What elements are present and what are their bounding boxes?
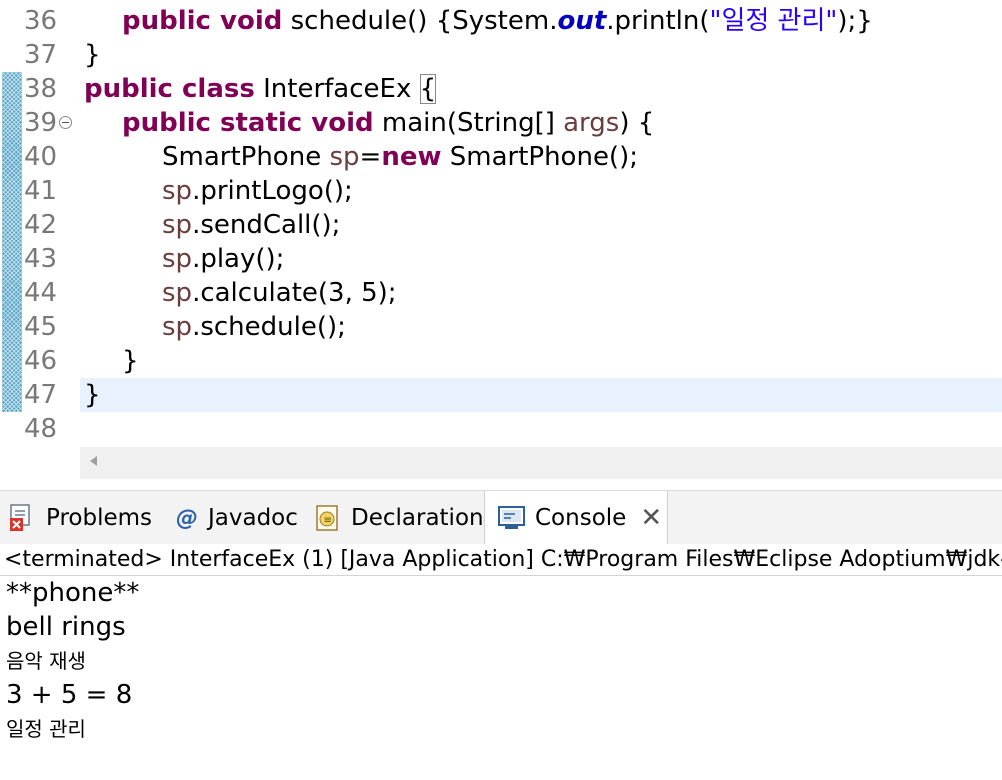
code-line[interactable]: 41 sp.printLogo(); [0, 174, 1002, 208]
code-text: public static void main(String[] args) { [122, 108, 654, 138]
console-output-line: 음악 재생 [6, 649, 86, 673]
line-number: 44 [24, 278, 58, 308]
code-text: SmartPhone sp=new SmartPhone(); [162, 142, 638, 172]
code-token: .calculate(3, 5); [192, 278, 397, 308]
code-token: } [122, 346, 139, 376]
code-token: public void [122, 6, 283, 36]
line-number: 41 [24, 176, 58, 206]
code-text: public class InterfaceEx { [84, 74, 437, 104]
tab-javadoc-label: Javadoc [208, 505, 298, 531]
line-number: 46 [24, 346, 58, 376]
line-number: 36 [24, 6, 58, 36]
console-output-line: bell rings [6, 612, 126, 642]
code-token: InterfaceEx [254, 74, 420, 104]
at-sign-icon: @ [176, 505, 198, 531]
code-line[interactable]: 44 sp.calculate(3, 5); [0, 276, 1002, 310]
code-text: sp.printLogo(); [162, 176, 353, 206]
code-text: sp.sendCall(); [162, 210, 340, 240]
code-token: SmartPhone [162, 142, 330, 172]
gutter-footer [0, 447, 80, 479]
scroll-left-arrow-icon[interactable] [90, 456, 97, 466]
code-token: args [563, 108, 620, 138]
code-token: .schedule(); [192, 312, 346, 342]
fold-collapse-icon[interactable] [59, 116, 72, 129]
code-line[interactable]: 38 public class InterfaceEx { [0, 72, 1002, 106]
line-number: 39 [24, 108, 58, 138]
code-line[interactable]: 37} [0, 38, 1002, 72]
code-text: } [84, 380, 101, 410]
svg-text:≡: ≡ [324, 515, 332, 526]
tab-problems-label: Problems [46, 505, 153, 531]
code-token: sp [162, 176, 193, 206]
code-token: main(String[] [373, 108, 564, 138]
code-editor[interactable]: 36 public void schedule() {System.out.pri… [0, 0, 1002, 447]
code-line[interactable]: 40 SmartPhone sp=new SmartPhone(); [0, 140, 1002, 174]
code-token: sp [162, 312, 193, 342]
problems-icon [8, 503, 38, 533]
code-token: .sendCall(); [192, 210, 341, 240]
line-number: 47 [24, 380, 58, 410]
code-line[interactable]: 47} [0, 378, 1002, 412]
line-number: 40 [24, 142, 58, 172]
code-token: );} [837, 6, 873, 36]
console-output-line: 3 + 5 = 8 [6, 680, 133, 710]
tab-declaration-label: Declaration [351, 505, 484, 531]
code-text: sp.schedule(); [162, 312, 346, 342]
code-token: } [84, 380, 101, 410]
code-token: "일정 관리" [709, 6, 838, 36]
line-number: 45 [24, 312, 58, 342]
code-line[interactable]: 36 public void schedule() {System.out.pri… [0, 4, 1002, 38]
code-token: } [84, 40, 101, 70]
view-tab-bar: Problems @ Javadoc ≡ Declaration Console… [0, 490, 1002, 545]
line-number: 37 [24, 40, 58, 70]
tab-console-label: Console [535, 505, 627, 531]
declaration-icon: ≡ [313, 503, 343, 533]
code-text: } [122, 346, 139, 376]
code-token: .printLogo(); [192, 176, 353, 206]
code-token: { [419, 74, 437, 104]
tab-problems[interactable]: Problems [8, 491, 152, 545]
console-icon [497, 503, 527, 533]
code-token: sp [162, 244, 193, 274]
code-token: new [381, 142, 442, 172]
horizontal-scrollbar[interactable] [80, 447, 1002, 479]
code-line[interactable]: 48 [0, 412, 1002, 446]
code-token: public class [84, 74, 255, 104]
code-token: SmartPhone(); [441, 142, 638, 172]
console-output[interactable]: **phone** bell rings 음악 재생 3 + 5 = 8 일정 관리 [0, 577, 1002, 780]
console-output-line: 일정 관리 [6, 717, 86, 741]
code-line[interactable]: 42 sp.sendCall(); [0, 208, 1002, 242]
line-number: 38 [24, 74, 58, 104]
tab-javadoc[interactable]: @ Javadoc [172, 491, 298, 545]
tab-declaration[interactable]: ≡ Declaration [313, 491, 484, 545]
code-text: public void schedule() {System.out.print… [122, 6, 873, 36]
line-number: 42 [24, 210, 58, 240]
code-token: schedule() {System. [282, 6, 558, 36]
code-token: sp [329, 142, 360, 172]
code-token: out [557, 6, 607, 36]
code-token: .play(); [192, 244, 285, 274]
close-icon[interactable]: ✕ [640, 505, 662, 531]
code-token: sp [162, 278, 193, 308]
code-line[interactable]: 43 sp.play(); [0, 242, 1002, 276]
code-text: } [84, 40, 101, 70]
tab-console[interactable]: Console ✕ [484, 491, 668, 545]
code-text: sp.play(); [162, 244, 284, 274]
code-line[interactable]: 46} [0, 344, 1002, 378]
code-token: .println( [606, 6, 710, 36]
code-line[interactable]: 45 sp.schedule(); [0, 310, 1002, 344]
code-line[interactable]: 39 public static void main(String[] args)… [0, 106, 1002, 140]
code-text: sp.calculate(3, 5); [162, 278, 397, 308]
code-token: ) { [619, 108, 655, 138]
code-token: public static void [122, 108, 374, 138]
line-number: 48 [24, 414, 58, 444]
code-token: sp [162, 210, 193, 240]
console-output-line: **phone** [6, 578, 140, 608]
code-token: = [359, 142, 382, 172]
console-process-header: <terminated> InterfaceEx (1) [Java Appli… [0, 544, 1002, 576]
line-number: 43 [24, 244, 58, 274]
